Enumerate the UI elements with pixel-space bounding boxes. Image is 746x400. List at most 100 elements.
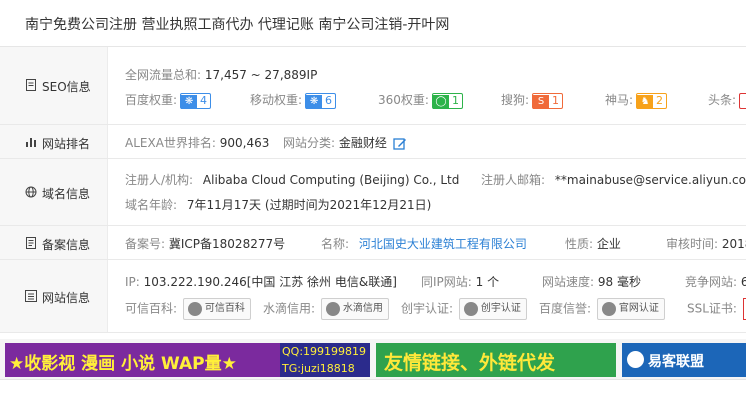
ssl-cert: SSL证书: <box>687 298 746 320</box>
ip-label: IP: <box>125 275 140 289</box>
ad-strip: ★收影视 漫画 小说 WAP量★ QQ:199199819 TG:juzi188… <box>0 339 746 379</box>
icp-name-link[interactable]: 河北国史大业建筑工程有限公司 <box>359 237 527 251</box>
toutiao-weight-badge[interactable] <box>739 92 746 109</box>
domain-row: 域名信息 注册人/机构: Alibaba Cloud Computing (Be… <box>0 159 746 226</box>
edit-icon[interactable] <box>393 137 407 151</box>
rank-row: 网站排名 ALEXA世界排名: 900,463 网站分类: 金融财经 <box>0 125 746 159</box>
site-title: 南宁免费公司注册 营业执照工商代办 代理记账 南宁公司注销-开叶网 <box>25 17 450 33</box>
chuangyu-badge-text: 创宇认证 <box>480 303 521 314</box>
ad-banner-wap[interactable]: ★收影视 漫画 小说 WAP量★ QQ:199199819 TG:juzi188… <box>5 343 370 377</box>
bar-chart-icon <box>26 138 36 147</box>
baidu-weight-label: 百度权重: <box>125 93 178 107</box>
chuangyu-badge[interactable]: 创宇认证 <box>458 298 527 320</box>
site-label: 网站信息 <box>42 291 91 305</box>
speed-value: 98 毫秒 <box>597 275 641 289</box>
icp-type-value: 企业 <box>596 237 621 251</box>
baidu-credit-badge[interactable]: 官网认证 <box>596 298 665 320</box>
rank-label: 网站排名 <box>42 137 91 151</box>
mobile-weight-badge[interactable]: ❋ 6 <box>305 92 337 109</box>
ad-links-text: 友情链接、外链代发 <box>384 352 556 374</box>
registrant: 注册人/机构: Alibaba Cloud Computing (Beijing… <box>125 171 459 188</box>
ip-info: IP: 103.222.190.246[中国 江苏 徐州 电信&联通] <box>125 273 397 290</box>
ad-yike-text: 易客联盟 <box>648 354 704 370</box>
ip-value: 103.222.190.246[中国 江苏 徐州 电信&联通] <box>143 275 397 289</box>
icp-number-value: 冀ICP备18028277号 <box>168 237 286 251</box>
paw-icon: ❋ <box>306 94 323 109</box>
document-icon <box>26 79 36 91</box>
page: 南宁免费公司注册 营业执照工商代办 代理记账 南宁公司注销-开叶网 SEO信息 … <box>0 0 746 400</box>
trust-baidu-label: 百度信誉: <box>539 301 592 316</box>
baidu-weight-badge[interactable]: ❋ 4 <box>180 92 212 109</box>
icp-name-label: 名称: <box>321 237 350 251</box>
shield-check-icon <box>463 302 478 316</box>
so360-weight-value: 1 <box>451 93 459 107</box>
compete-label: 竞争网站: <box>685 275 738 289</box>
icp-type: 性质: 企业 <box>565 235 621 252</box>
seo-label-cell: SEO信息 <box>0 47 108 124</box>
trust-chuangyu-label: 创宇认证: <box>401 301 454 316</box>
site-header: 南宁免费公司注册 营业执照工商代办 代理记账 南宁公司注销-开叶网 <box>0 0 746 47</box>
so360-weight[interactable]: 360权重: ◯ 1 <box>378 91 463 109</box>
icp-number: 备案号: 冀ICP备18028277号 <box>125 235 285 252</box>
registrant-value: Alibaba Cloud Computing (Beijing) Co., L… <box>202 173 460 187</box>
alexa-label: ALEXA世界排名: <box>125 136 216 150</box>
speed-label: 网站速度: <box>542 275 595 289</box>
toutiao-weight[interactable]: 头条: <box>708 91 746 109</box>
seo-content: 全网流量总和: 17,457 ~ 27,889IP 百度权重: ❋ 4 移动权重: ❋… <box>108 47 746 124</box>
kexin-badge-text: 可信百科 <box>204 303 245 314</box>
registrant-email: 注册人邮箱: **mainabuse@service.aliyun.com <box>481 171 746 188</box>
shenma-weight-badge[interactable]: ♞ 2 <box>636 92 668 109</box>
kexin-icon <box>187 302 202 316</box>
ssl-label: SSL证书: <box>687 301 737 316</box>
icp-row: 备案信息 备案号: 冀ICP备18028277号 名称: 河北国史大业建筑工程有… <box>0 226 746 260</box>
traffic-value: 17,457 ~ 27,889IP <box>204 68 318 82</box>
shenma-weight-label: 神马: <box>605 93 634 107</box>
seo-row: SEO信息 全网流量总和: 17,457 ~ 27,889IP 百度权重: ❋ 4 … <box>0 47 746 125</box>
mobile-weight[interactable]: 移动权重: ❋ 6 <box>250 91 337 109</box>
seo-label: SEO信息 <box>42 80 91 94</box>
registrant-label: 注册人/机构: <box>125 173 194 187</box>
paw-icon: ❋ <box>181 94 198 109</box>
site-speed: 网站速度: 98 毫秒 <box>542 273 641 290</box>
sogou-weight[interactable]: 搜狗: S 1 <box>501 91 564 109</box>
so360-weight-badge[interactable]: ◯ 1 <box>431 92 463 109</box>
water-drop-icon <box>325 302 340 316</box>
ad-banner-yike[interactable]: 易客联盟 <box>622 343 746 377</box>
trust-chuangyu: 创宇认证: 创宇认证 <box>401 298 527 320</box>
baidu-weight[interactable]: 百度权重: ❋ 4 <box>125 91 212 109</box>
email-value: **mainabuse@service.aliyun.com <box>554 173 746 187</box>
trust-baidu: 百度信誉: 官网认证 <box>539 298 665 320</box>
icp-label-cell: 备案信息 <box>0 226 108 259</box>
site-content: IP: 103.222.190.246[中国 江苏 徐州 电信&联通] 同IP网… <box>108 260 746 332</box>
list-icon <box>25 290 37 302</box>
record-icon <box>26 237 36 249</box>
domain-label: 域名信息 <box>42 187 91 201</box>
traffic-line: 全网流量总和: 17,457 ~ 27,889IP <box>125 66 317 83</box>
ad-banner-links[interactable]: 友情链接、外链代发 <box>376 343 616 377</box>
sogou-weight-value: 1 <box>552 93 560 107</box>
so360-weight-label: 360权重: <box>378 93 429 107</box>
sogou-weight-badge[interactable]: S1 <box>532 92 564 109</box>
ad-wap-tg: TG:juzi18818 <box>282 362 355 375</box>
same-ip-value[interactable]: 1 个 <box>476 275 499 289</box>
alexa-value: 900,463 <box>219 136 270 150</box>
trust-kexin-label: 可信百科: <box>125 301 178 316</box>
toutiao-weight-label: 头条: <box>708 93 737 107</box>
yike-logo-icon <box>627 351 644 368</box>
sogou-icon: S <box>533 94 550 109</box>
icp-audit: 审核时间: 2018 <box>666 235 746 252</box>
shenma-weight-value: 2 <box>656 93 664 107</box>
same-ip-label: 同IP网站: <box>421 275 472 289</box>
shenma-icon: ♞ <box>637 94 654 109</box>
shenma-weight[interactable]: 神马: ♞ 2 <box>605 91 668 109</box>
rank-label-cell: 网站排名 <box>0 125 108 158</box>
kexin-badge[interactable]: 可信百科 <box>182 298 251 320</box>
shuidi-badge-text: 水滴信用 <box>342 303 383 314</box>
age-value: 7年11月17天 <box>186 198 262 212</box>
shuidi-badge[interactable]: 水滴信用 <box>320 298 389 320</box>
mobile-weight-value: 6 <box>325 93 333 107</box>
icp-name: 名称: 河北国史大业建筑工程有限公司 <box>321 235 527 252</box>
compete-value[interactable]: 6 <box>741 275 746 289</box>
domain-label-cell: 域名信息 <box>0 159 108 225</box>
icp-content: 备案号: 冀ICP备18028277号 名称: 河北国史大业建筑工程有限公司 性… <box>108 226 746 259</box>
